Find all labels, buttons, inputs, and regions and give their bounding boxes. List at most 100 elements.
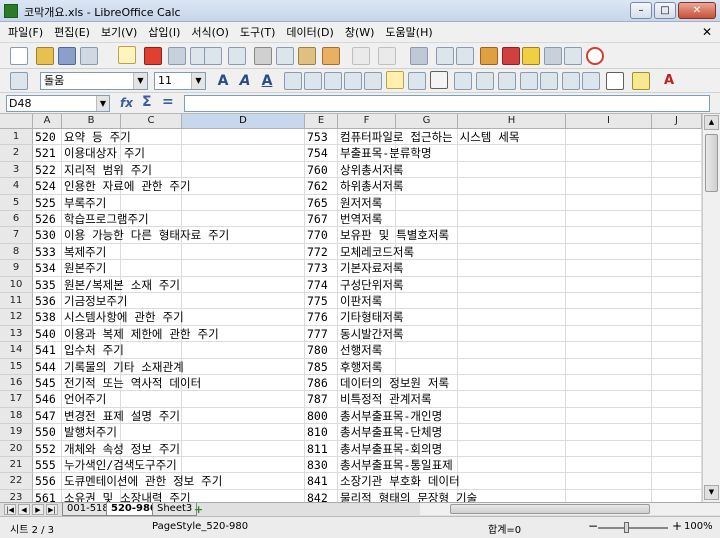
cell-field-tag[interactable]: 754 (305, 145, 328, 161)
last-sheet-icon[interactable]: ▶| (46, 504, 58, 515)
row-header[interactable]: 20 (0, 440, 33, 457)
cell-field-tag[interactable]: 561 (33, 490, 56, 502)
paste-icon[interactable] (298, 47, 316, 65)
cell-field-name[interactable]: 선행저록 (338, 342, 382, 358)
cell-field-tag[interactable]: 522 (33, 162, 56, 178)
sort-descending-icon[interactable] (456, 47, 474, 65)
horizontal-scroll-thumb[interactable] (450, 504, 650, 514)
sort-ascending-icon[interactable] (436, 47, 454, 65)
row-header[interactable]: 8 (0, 243, 33, 261)
menu-tools[interactable]: 도구(T) (240, 24, 276, 40)
chevron-down-icon[interactable]: ▼ (133, 73, 147, 89)
cell-field-name[interactable]: 모체레코드저록 (338, 244, 414, 260)
first-sheet-icon[interactable]: |◀ (4, 504, 16, 515)
export-pdf-icon[interactable] (144, 47, 162, 65)
cell-field-tag[interactable]: 525 (33, 195, 56, 211)
borders-icon[interactable] (606, 72, 624, 90)
menu-window[interactable]: 창(W) (345, 24, 375, 40)
equals-icon[interactable]: = (162, 94, 174, 110)
cell-field-name[interactable]: 상위총서저록 (338, 162, 403, 178)
font-name-combo[interactable]: 돌움 ▼ (40, 72, 148, 90)
cell-field-tag[interactable]: 765 (305, 195, 328, 211)
spreadsheet-grid[interactable]: A B C D E F G H I J 1 520 요약 등 주기 753 컴퓨터파일로 접근하는 시스템 … (0, 114, 702, 502)
undo-icon[interactable] (352, 47, 370, 65)
column-header-c[interactable]: C (121, 114, 182, 129)
cell-field-name[interactable]: 물리적 형태의 문장형 기술 (338, 490, 477, 502)
cell-field-tag[interactable]: 555 (33, 457, 56, 473)
navigator-icon[interactable] (564, 47, 582, 65)
bold-icon[interactable]: A (214, 72, 232, 90)
cell-field-tag[interactable]: 777 (305, 326, 328, 342)
cell-field-name[interactable]: 총서부출표목-개인명 (338, 408, 442, 424)
cell-field-tag[interactable]: 810 (305, 424, 328, 440)
justify-icon[interactable] (344, 72, 362, 90)
cell-field-name[interactable]: 개체와 속성 정보 주기 (62, 441, 180, 457)
row-header[interactable]: 4 (0, 178, 33, 195)
row-header[interactable]: 6 (0, 211, 33, 228)
cell-field-tag[interactable]: 541 (33, 342, 56, 358)
menu-format[interactable]: 서식(O) (191, 24, 228, 40)
row-header[interactable]: 21 (0, 457, 33, 474)
row-header[interactable]: 9 (0, 260, 33, 277)
cell-field-name[interactable]: 후행저록 (338, 359, 382, 375)
vertical-scroll-thumb[interactable] (705, 134, 718, 192)
cell-field-tag[interactable]: 520 (33, 129, 56, 145)
sum-icon[interactable]: Σ (142, 94, 152, 110)
align-left-icon[interactable] (284, 72, 302, 90)
cell-field-tag[interactable]: 767 (305, 211, 328, 227)
cell-field-name[interactable]: 원저저록 (338, 195, 382, 211)
menu-data[interactable]: 데이터(D) (286, 24, 333, 40)
cell-field-tag[interactable]: 550 (33, 424, 56, 440)
chevron-down-icon[interactable]: ▼ (96, 96, 109, 111)
cell-field-name[interactable]: 언어주기 (62, 391, 106, 407)
row-header[interactable]: 18 (0, 407, 33, 425)
cell-field-name[interactable]: 입수처 주기 (62, 342, 124, 358)
cell-field-tag[interactable]: 536 (33, 293, 56, 309)
cell-field-name[interactable]: 누가색인/검색도구주기 (62, 457, 177, 473)
insert-chart-icon[interactable] (480, 47, 498, 65)
cell-field-tag[interactable]: 552 (33, 441, 56, 457)
row-header[interactable]: 23 (0, 489, 33, 502)
cell-field-name[interactable]: 복제주기 (62, 244, 106, 260)
font-color-icon[interactable]: A (660, 72, 678, 90)
cell-field-name[interactable]: 원본주기 (62, 260, 106, 276)
cell-field-tag[interactable]: 533 (33, 244, 56, 260)
cell-field-name[interactable]: 이용과 복제 제한에 관한 주기 (62, 326, 219, 342)
close-button[interactable]: ✕ (678, 2, 716, 19)
menu-insert[interactable]: 삽입(I) (148, 24, 180, 40)
autospell-icon[interactable] (228, 47, 246, 65)
cell-field-name[interactable]: 총서부출표목-통일표제 (338, 457, 453, 473)
menu-edit[interactable]: 편집(E) (54, 24, 90, 40)
cell-field-name[interactable]: 기금정보주기 (62, 293, 127, 309)
cell-field-name[interactable]: 기록물의 기타 소재관계 (62, 359, 184, 375)
cell-field-name[interactable]: 이판저록 (338, 293, 382, 309)
cell-field-tag[interactable]: 524 (33, 178, 56, 194)
align-middle-icon[interactable] (408, 72, 426, 90)
cell-field-tag[interactable]: 786 (305, 375, 328, 391)
column-header-a[interactable]: A (33, 114, 62, 129)
cell-field-name[interactable]: 학습프로그램주기 (62, 211, 149, 227)
cell-field-name[interactable]: 동시발간저록 (338, 326, 403, 342)
cell-field-name[interactable]: 지리적 범위 주기 (62, 162, 152, 178)
minimize-button[interactable]: – (630, 2, 652, 19)
cell-field-name[interactable]: 총서부출표목-단체명 (338, 424, 442, 440)
cell-field-name[interactable]: 하위총서저록 (338, 178, 403, 194)
row-header[interactable]: 7 (0, 227, 33, 244)
menu-view[interactable]: 보기(V) (101, 24, 137, 40)
cell-field-tag[interactable]: 772 (305, 244, 328, 260)
cell-field-name[interactable]: 보유판 및 특별호저록 (338, 227, 449, 243)
name-box[interactable]: D48 ▼ (6, 95, 110, 112)
cell-field-tag[interactable]: 770 (305, 227, 328, 243)
cell-field-name[interactable]: 데이터의 정보원 저록 (338, 375, 449, 391)
add-sheet-icon[interactable]: + (194, 504, 203, 515)
cell-field-name[interactable]: 도큐멘테이션에 관한 정보 주기 (62, 473, 222, 489)
cell-field-name[interactable]: 비특정적 관계저록 (338, 391, 432, 407)
formula-input[interactable] (184, 95, 710, 112)
zoom-slider[interactable] (598, 527, 668, 529)
row-header[interactable]: 17 (0, 391, 33, 408)
cell-field-name[interactable]: 기본자료저록 (338, 260, 403, 276)
underline-icon[interactable]: A (258, 72, 276, 90)
column-header-b[interactable]: B (62, 114, 121, 129)
edit-mode-icon[interactable] (118, 46, 136, 64)
column-header-i[interactable]: I (566, 114, 652, 129)
